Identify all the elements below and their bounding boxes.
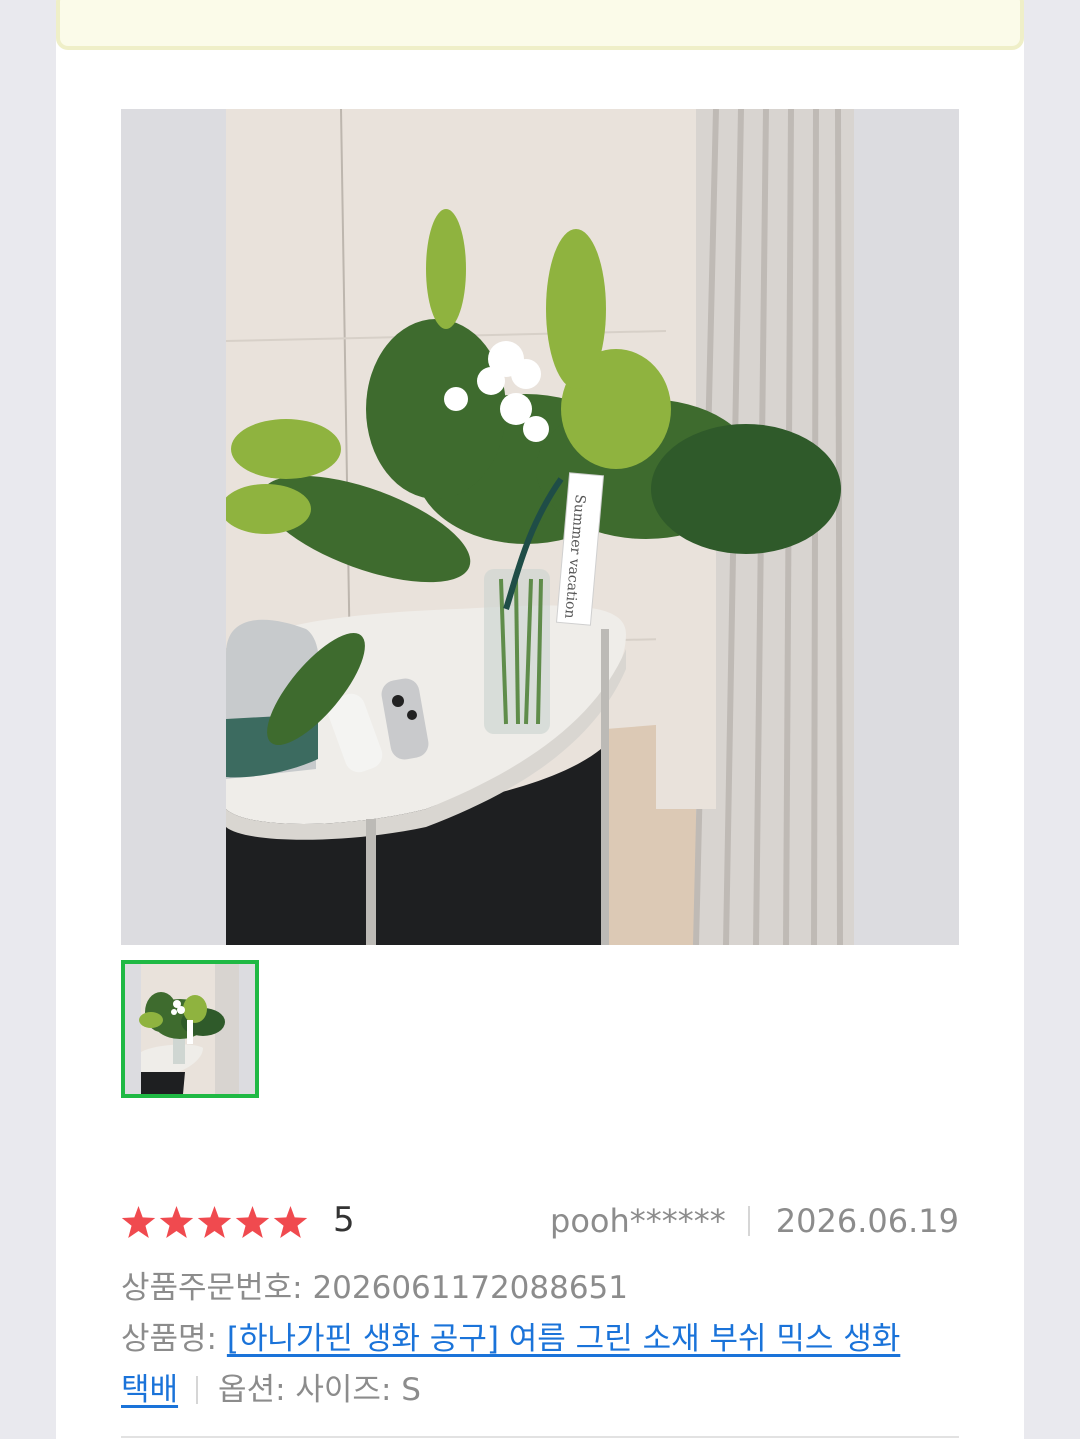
thumbnail-1[interactable]: [121, 960, 259, 1098]
order-number-line: 상품주문번호: 2026061172088651: [121, 1262, 628, 1307]
order-number-value: 2026061172088651: [312, 1270, 629, 1306]
star-icon: [235, 1206, 270, 1238]
option-value: 사이즈: S: [295, 1372, 421, 1408]
star-icon: [159, 1206, 194, 1238]
review-main-image[interactable]: Summer vacation: [121, 109, 959, 945]
product-name-line1: [하나가핀 생화 공구] 여름 그린 소재 부쉬 믹스 생화: [226, 1321, 901, 1357]
meta-divider: [747, 1206, 750, 1236]
bottom-divider: [121, 1436, 959, 1438]
rating-row: 5 pooh****** 2026.06.19: [121, 1196, 959, 1248]
order-number-label: 상품주문번호:: [121, 1270, 303, 1306]
product-label: 상품명:: [121, 1321, 218, 1357]
product-info: 상품명: [하나가핀 생화 공구] 여름 그린 소재 부쉬 믹스 생화택배 옵션:…: [121, 1314, 959, 1416]
flower-vase-photo: Summer vacation: [226, 109, 854, 945]
star-icon: [197, 1206, 232, 1238]
top-banner: [56, 0, 1024, 50]
star-icon: [273, 1206, 308, 1238]
rating-score: 5: [333, 1200, 355, 1240]
option-divider: [196, 1376, 199, 1404]
review-meta: pooh****** 2026.06.19: [550, 1202, 959, 1240]
review-date: 2026.06.19: [775, 1202, 959, 1240]
star-icon: [121, 1206, 156, 1238]
product-name-line2: 택배: [121, 1372, 179, 1408]
option-label: 옵션:: [218, 1372, 286, 1408]
thumbnail-strip: [121, 960, 259, 1098]
star-rating: [121, 1206, 308, 1238]
thumbnail-image: [125, 964, 255, 1094]
reviewer-username: pooh******: [550, 1202, 726, 1240]
review-photo: Summer vacation: [226, 109, 854, 945]
